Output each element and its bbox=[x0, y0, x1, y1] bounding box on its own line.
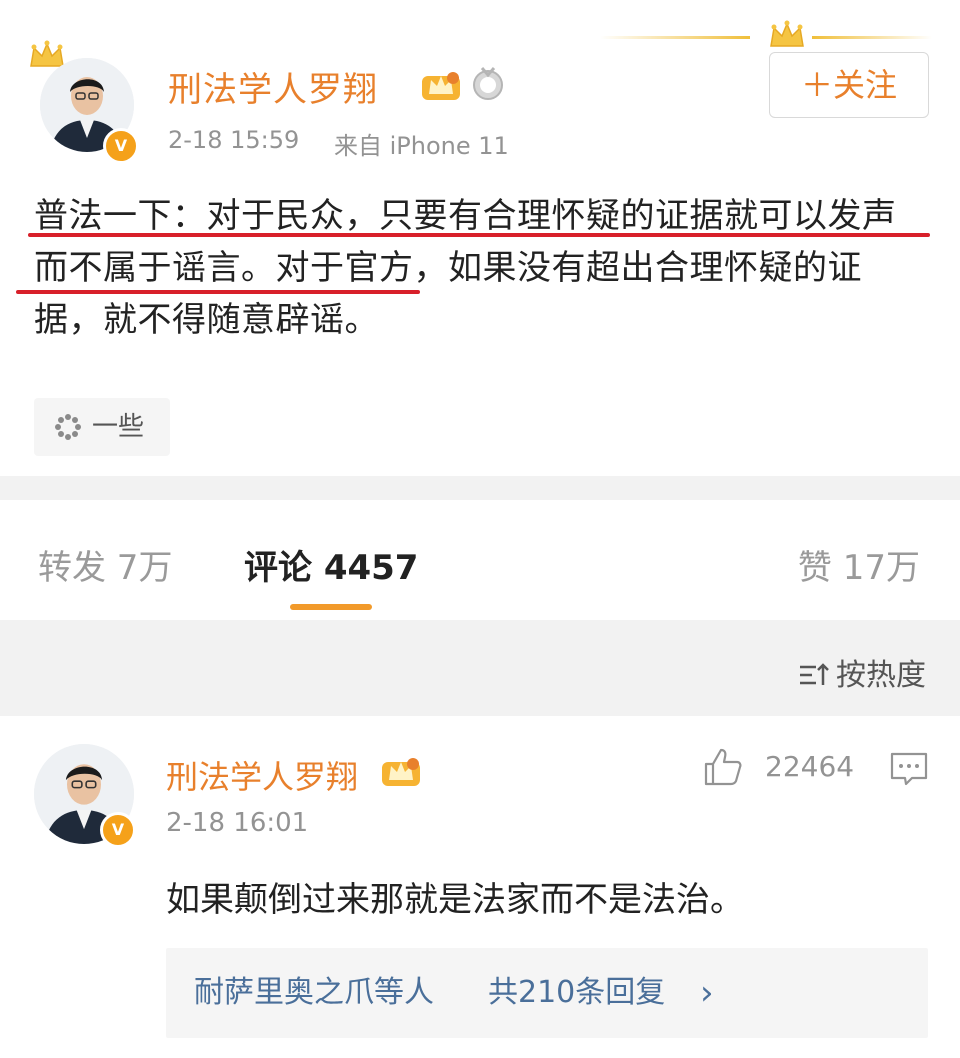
vip-crown-icon bbox=[382, 758, 420, 786]
topic-chip[interactable]: 一些 bbox=[34, 398, 170, 456]
reply-comment-icon[interactable] bbox=[888, 750, 930, 788]
comment-timestamp: 2-18 16:01 bbox=[166, 808, 309, 838]
section-divider bbox=[0, 476, 960, 500]
gold-line-decoration bbox=[600, 36, 750, 39]
post-source: 来自 iPhone 11 bbox=[334, 132, 509, 160]
crown-decoration-icon bbox=[770, 20, 804, 47]
sort-by-hot-button[interactable]: 按热度 bbox=[798, 650, 926, 694]
replies-count: 共210条回复 bbox=[488, 975, 666, 1010]
post-author-name[interactable]: 刑法学人罗翔 bbox=[168, 62, 378, 111]
vip-crown-icon bbox=[422, 72, 460, 100]
gold-line-decoration bbox=[812, 36, 932, 39]
follow-button[interactable]: ＋关注 bbox=[769, 52, 929, 118]
view-replies-link[interactable]: 耐萨里奥之爪等人 共210条回复 › bbox=[166, 948, 928, 1038]
red-highlight-underline bbox=[28, 233, 930, 237]
sort-label: 按热度 bbox=[836, 658, 926, 693]
red-highlight-underline bbox=[16, 290, 420, 294]
tab-comments[interactable]: 评论 4457 bbox=[244, 540, 418, 589]
comment-like-count: 22464 bbox=[765, 750, 855, 783]
tab-likes[interactable]: 赞 17万 bbox=[798, 540, 920, 589]
sort-icon bbox=[800, 663, 829, 685]
loading-spinner-icon bbox=[55, 414, 81, 440]
replies-users: 耐萨里奥之爪等人 bbox=[194, 975, 434, 1010]
verified-v-icon: V bbox=[103, 128, 139, 164]
comment-author-name[interactable]: 刑法学人罗翔 bbox=[166, 752, 358, 798]
active-tab-indicator bbox=[290, 604, 372, 610]
tab-reposts[interactable]: 转发 7万 bbox=[38, 540, 172, 589]
post-timestamp: 2-18 15:59 bbox=[168, 126, 300, 154]
comment-body-text: 如果颠倒过来那就是法家而不是法治。 bbox=[166, 880, 744, 920]
verified-v-icon: V bbox=[100, 812, 136, 848]
chevron-right-icon: › bbox=[700, 973, 714, 1013]
post-card: V 刑法学人罗翔 2-18 15:59 来自 iPhone 11 ＋关注 普法一… bbox=[0, 0, 960, 476]
post-body-text: 普法一下：对于民众，只要有合理怀疑的证据就可以发声而不属于谣言。对于官方，如果没… bbox=[34, 196, 897, 340]
thumbs-up-icon[interactable] bbox=[702, 746, 744, 788]
topic-chip-label: 一些 bbox=[92, 412, 145, 442]
medal-icon bbox=[473, 67, 503, 100]
